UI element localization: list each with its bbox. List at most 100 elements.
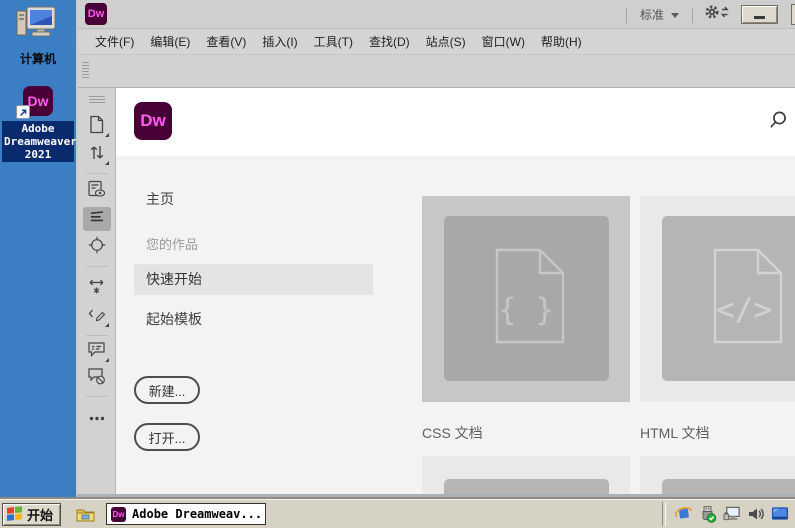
css-glyph: { } — [444, 292, 609, 328]
display-icon[interactable] — [771, 505, 789, 523]
html-glyph: </> — [662, 292, 795, 328]
menu-file[interactable]: 文件(F) — [88, 33, 141, 50]
side-toolbar — [78, 88, 116, 494]
nav-starter-templates[interactable]: 起始模板 — [146, 309, 202, 329]
dw-welcome-logo: Dw — [134, 102, 172, 140]
format-lines-icon — [89, 210, 105, 228]
menu-insert[interactable]: 插入(I) — [255, 33, 304, 50]
card-css-label: CSS 文档 — [422, 423, 630, 443]
welcome-header: Dw — [116, 88, 795, 156]
screen: 计算机 Dw Adobe Dreamweaver 2021 Dw — [0, 0, 795, 528]
new-button[interactable]: 新建... — [134, 376, 200, 404]
nav-home[interactable]: 主页 — [146, 189, 174, 209]
quick-launch-folder-icon[interactable] — [76, 507, 95, 522]
desktop-icon-computer-label: 计算机 — [6, 50, 70, 67]
computer-icon — [15, 30, 61, 47]
more-options-button[interactable] — [83, 405, 111, 429]
nav-quick-start[interactable]: 快速开始 — [134, 264, 373, 295]
format-lines-button[interactable] — [83, 207, 111, 231]
menubar: 文件(F) 编辑(E) 查看(V) 插入(I) 工具(T) 查找(D) 站点(S… — [78, 29, 795, 54]
toolbar-divider — [86, 396, 108, 397]
card-labels: CSS 文档 HTML 文档 — [422, 423, 795, 443]
search-icon — [768, 110, 788, 135]
target-icon — [88, 236, 106, 259]
menu-site[interactable]: 站点(S) — [419, 33, 473, 50]
nav-your-work[interactable]: 您的作品 — [146, 234, 198, 253]
usb-safe-remove-icon[interactable] — [699, 505, 717, 523]
resize-constrain-button[interactable] — [83, 277, 111, 301]
menu-help[interactable]: 帮助(H) — [534, 33, 589, 50]
tray-separator — [662, 502, 666, 526]
comment-disabled-icon — [87, 367, 106, 390]
new-document-icon — [88, 115, 105, 139]
taskbar-button-label: Adobe Dreamweav... — [132, 507, 262, 521]
dw-app-icon: Dw — [85, 3, 107, 25]
update-icon[interactable] — [675, 505, 693, 523]
toolbar-divider — [86, 266, 108, 267]
live-source-button[interactable] — [83, 179, 111, 203]
open-button[interactable]: 打开... — [134, 423, 200, 451]
start-button[interactable]: 开始 — [2, 503, 61, 526]
css-document-icon: { } — [444, 216, 609, 381]
new-document-button[interactable] — [83, 115, 111, 139]
comment-disabled-button[interactable] — [83, 366, 111, 390]
card-css-document[interactable]: { } — [422, 196, 630, 402]
code-edit-icon — [87, 306, 106, 328]
titlebar-separator — [692, 8, 693, 23]
titlebar[interactable]: Dw 标准 — [78, 0, 795, 29]
dw-task-icon: Dw — [111, 507, 126, 522]
toolbar-divider — [86, 335, 108, 336]
menu-window[interactable]: 窗口(W) — [475, 33, 532, 50]
network-icon[interactable] — [723, 505, 741, 523]
more-ellipsis-icon — [89, 408, 105, 426]
titlebar-separator — [626, 8, 627, 23]
taskbar: 开始 Dw Adobe Dreamweav... — [0, 499, 795, 528]
resize-constrain-icon — [88, 278, 105, 300]
comment-icon — [87, 341, 106, 363]
desktop-icon-dreamweaver[interactable]: Dw Adobe Dreamweaver 2021 — [2, 86, 74, 162]
desktop-icon-dreamweaver-label: Adobe Dreamweaver 2021 — [2, 121, 74, 162]
card-row-partial — [422, 456, 795, 494]
workspace-label: 标准 — [640, 6, 664, 23]
volume-icon[interactable] — [747, 505, 765, 523]
shortcut-arrow-badge — [16, 105, 30, 119]
gear-sync-icon[interactable] — [704, 4, 730, 25]
code-edit-button[interactable] — [83, 305, 111, 329]
dw-logo-text: Dw — [28, 93, 49, 109]
toolbar-divider — [86, 173, 108, 174]
minimize-button[interactable] — [741, 5, 778, 24]
document-toolbar — [78, 54, 795, 88]
card-partial[interactable] — [422, 456, 630, 494]
html-document-icon: </> — [662, 216, 795, 381]
start-flag-icon — [6, 505, 24, 524]
card-html-document[interactable]: </> — [640, 196, 795, 402]
welcome-body: 主页 您的作品 快速开始 起始模板 新建... 打开... — [116, 156, 795, 494]
maximize-button[interactable] — [791, 4, 795, 25]
toolbar-grip[interactable] — [89, 96, 105, 105]
search-button[interactable] — [767, 111, 789, 133]
chevron-down-icon — [671, 13, 679, 18]
card-row: { } </> — [422, 196, 795, 402]
dreamweaver-window: Dw 标准 — [76, 0, 795, 497]
workspace-switcher[interactable]: 标准 — [638, 4, 681, 25]
desktop-icon-computer[interactable]: 计算机 — [6, 5, 70, 67]
dw-shortcut-icon: Dw — [23, 86, 53, 116]
toolbar-grip[interactable] — [82, 62, 89, 80]
menu-view[interactable]: 查看(V) — [199, 33, 253, 50]
comment-button[interactable] — [83, 340, 111, 364]
start-label: 开始 — [27, 505, 53, 524]
welcome-screen: Dw 主页 您的作品 快速开始 起始模板 新建... 打开... — [116, 88, 795, 494]
card-html-label: HTML 文档 — [640, 423, 795, 443]
card-partial[interactable] — [640, 456, 795, 494]
quick-start-cards: { } </> — [422, 196, 795, 494]
menu-tools[interactable]: 工具(T) — [307, 33, 360, 50]
taskbar-button-dreamweaver[interactable]: Dw Adobe Dreamweav... — [106, 503, 266, 525]
minimize-icon — [754, 16, 765, 19]
system-tray — [655, 502, 795, 526]
file-updown-button[interactable] — [83, 143, 111, 167]
target-button[interactable] — [83, 235, 111, 259]
menu-find[interactable]: 查找(D) — [362, 33, 417, 50]
live-source-icon — [87, 180, 106, 203]
file-updown-icon — [89, 144, 105, 166]
menu-edit[interactable]: 编辑(E) — [143, 33, 197, 50]
